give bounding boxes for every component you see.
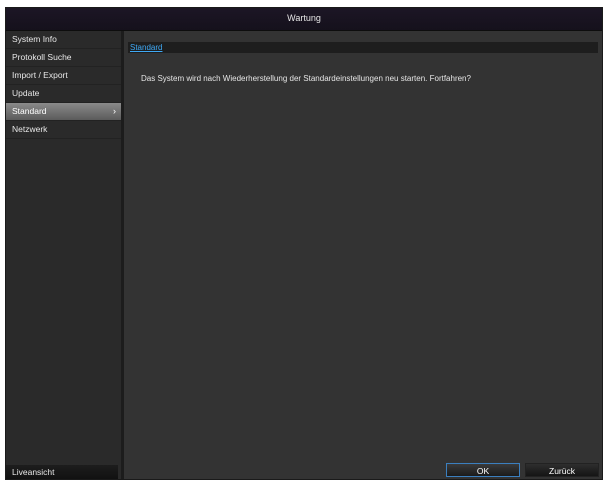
sidebar-item-update[interactable]: Update <box>6 85 121 103</box>
sidebar-item-label: System Info <box>12 34 57 44</box>
confirmation-message: Das System wird nach Wiederherstellung d… <box>141 74 471 83</box>
sidebar-item-label: Standard <box>12 106 47 116</box>
sidebar-item-standard[interactable]: Standard › <box>6 103 121 121</box>
liveansicht-button[interactable]: Liveansicht <box>6 465 118 479</box>
sidebar-item-label: Update <box>12 88 40 98</box>
sidebar-item-label: Import / Export <box>12 70 68 80</box>
ok-button[interactable]: OK <box>446 463 520 477</box>
sidebar-item-label: Protokoll Suche <box>12 52 72 62</box>
sidebar: System Info Protokoll Suche Import / Exp… <box>6 31 124 479</box>
sidebar-item-system-info[interactable]: System Info <box>6 31 121 49</box>
tab-standard[interactable]: Standard <box>130 42 162 53</box>
sidebar-item-protokoll-suche[interactable]: Protokoll Suche <box>6 49 121 67</box>
sidebar-item-netzwerk[interactable]: Netzwerk <box>6 121 121 139</box>
sidebar-item-label: Netzwerk <box>12 124 48 134</box>
tab-bar: Standard <box>128 42 598 53</box>
maintenance-window: Wartung System Info Protokoll Suche Impo… <box>5 7 603 480</box>
content-panel: Standard Das System wird nach Wiederhers… <box>124 31 602 479</box>
back-button[interactable]: Zurück <box>525 463 599 477</box>
sidebar-item-import-export[interactable]: Import / Export <box>6 67 121 85</box>
chevron-right-icon: › <box>113 106 116 116</box>
window-title: Wartung <box>6 8 602 31</box>
